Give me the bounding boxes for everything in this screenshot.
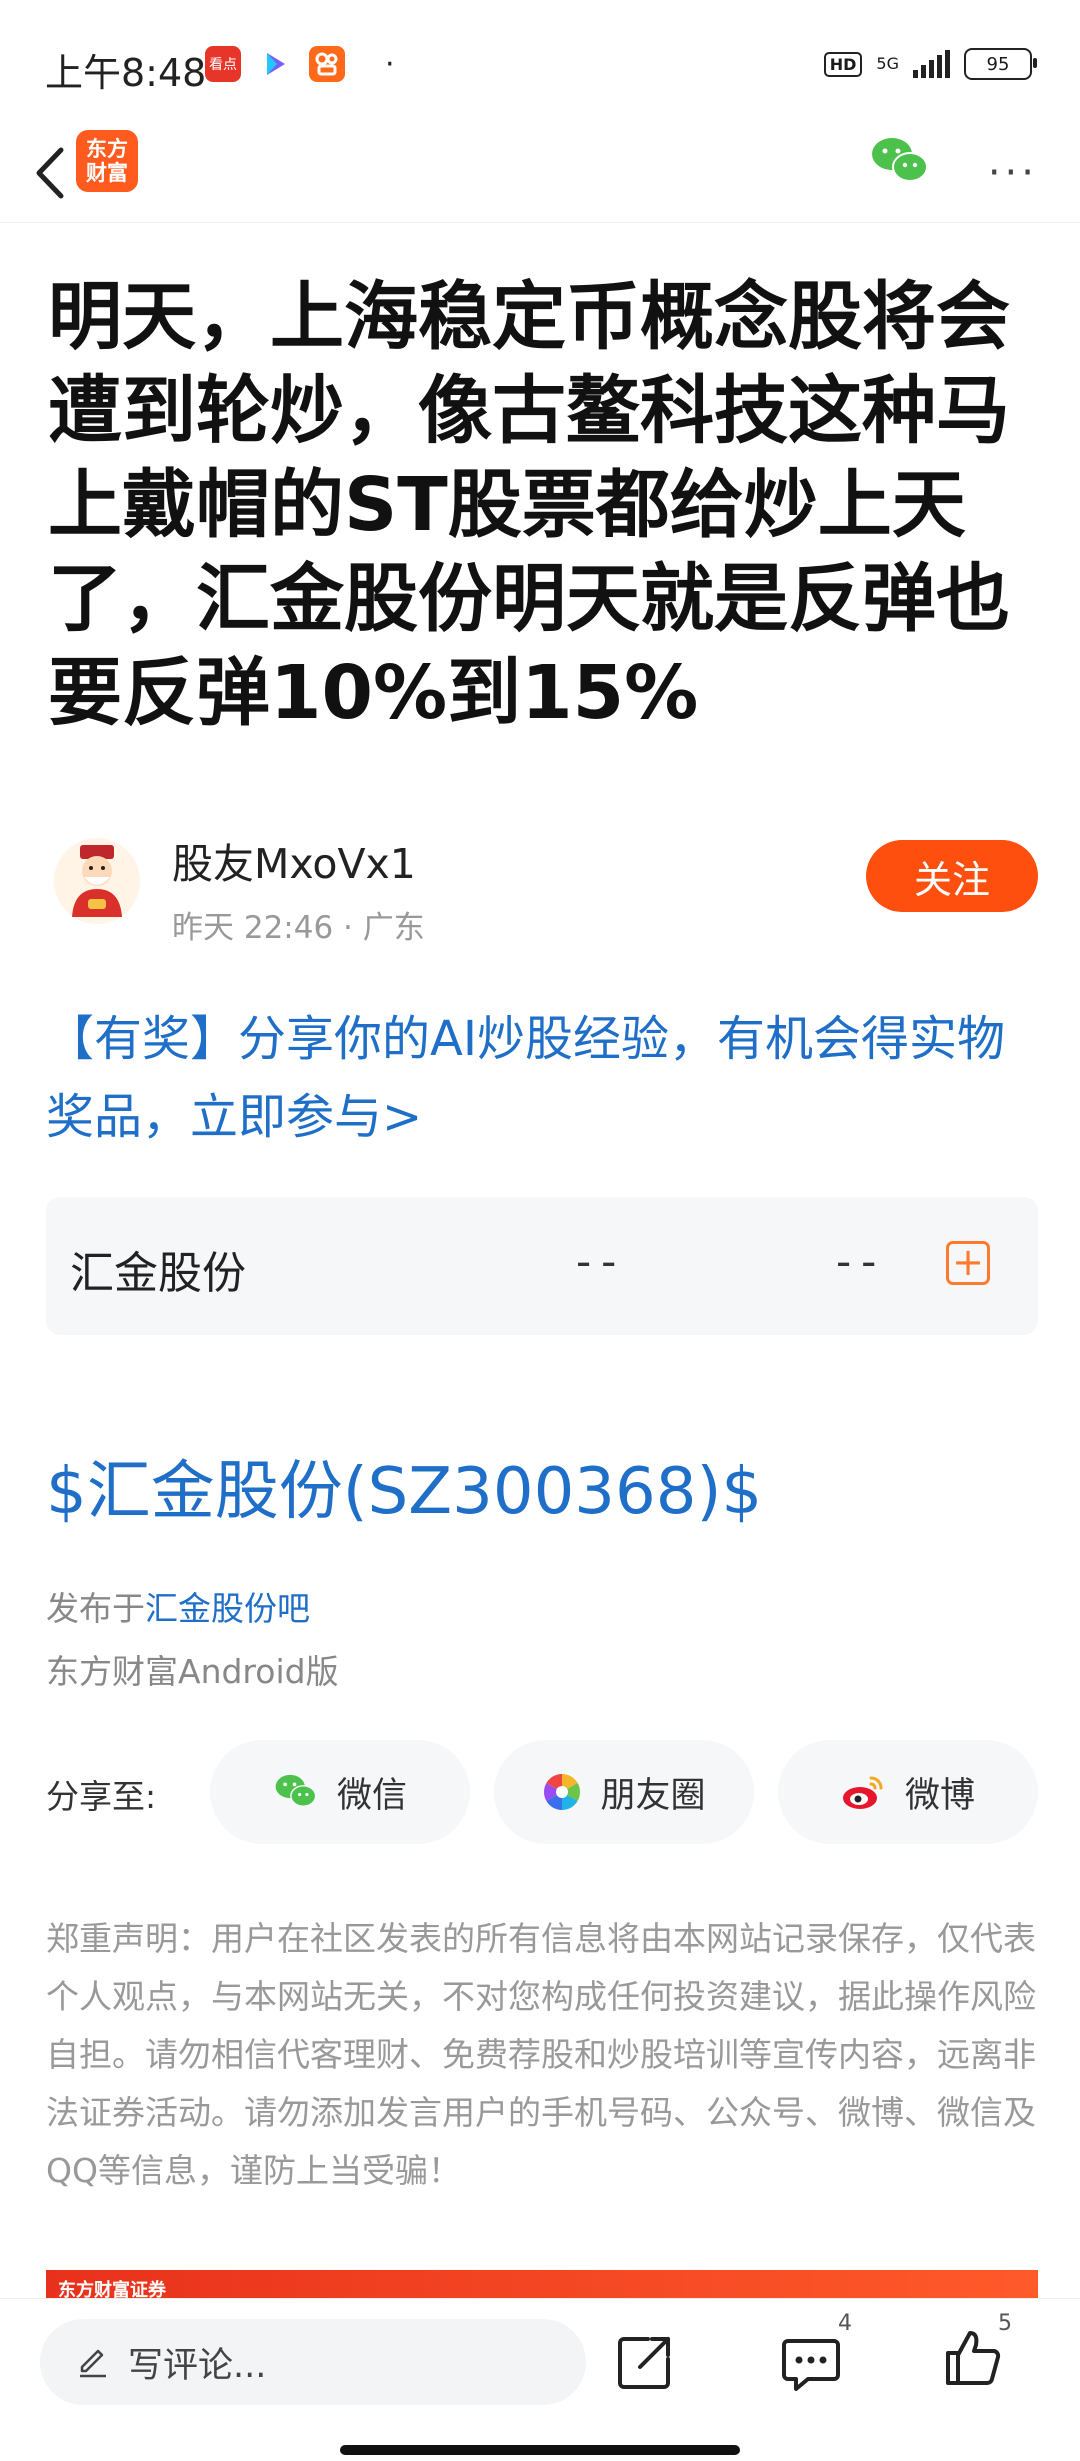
share-out-icon (618, 2337, 670, 2389)
post-time-location: 昨天 22:46 · 广东 (172, 910, 425, 946)
comment-count: 4 (838, 2311, 852, 2336)
back-button[interactable] (20, 138, 80, 208)
notification-apps: 看点 · (205, 46, 395, 82)
author-avatar[interactable] (54, 838, 140, 924)
share-wechat-button[interactable]: 微信 (210, 1740, 470, 1844)
comment-placeholder: 写评论... (128, 2345, 267, 2386)
top-nav: 东方 财富 ··· (0, 130, 1080, 223)
comment-input[interactable]: 写评论... (40, 2319, 586, 2405)
disclaimer-text: 郑重声明：用户在社区发表的所有信息将由本网站记录保存，仅代表个人观点，与本网站无… (46, 1919, 1036, 2190)
pen-icon (80, 2349, 106, 2378)
add-watchlist-icon[interactable]: + (946, 1241, 990, 1285)
kuaishou-app-icon (309, 46, 345, 82)
battery-icon: 95 (964, 48, 1037, 80)
home-indicator[interactable] (340, 2445, 740, 2455)
share-weibo-button[interactable]: 微博 (778, 1740, 1038, 1844)
logo-line-1: 东方 (86, 137, 128, 161)
share-wechat-label: 微信 (336, 1775, 407, 1816)
video-app-icon (257, 46, 293, 82)
comment-icon (782, 2339, 840, 2391)
share-moments-button[interactable]: 朋友圈 (494, 1740, 754, 1844)
stock-tag-link[interactable]: $汇金股份(SZ300368)$ (46, 1440, 762, 1532)
follow-button[interactable]: 关注 (866, 840, 1038, 912)
signal-icon (913, 50, 950, 78)
promo-link[interactable]: 【有奖】分享你的AI炒股经验，有机会得实物奖品，立即参与> (46, 1000, 1046, 1156)
bottom-action-bar: 写评论... 4 5 (0, 2298, 1080, 2461)
logo-line-2: 财富 (86, 161, 128, 185)
eastmoney-logo[interactable]: 东方 财富 (76, 130, 138, 192)
stock-card[interactable]: 汇金股份 -- -- + (46, 1197, 1038, 1335)
wechat-share-icon[interactable] (870, 134, 930, 189)
more-menu-icon[interactable]: ··· (988, 150, 1038, 196)
moments-icon (544, 1774, 581, 1810)
like-button[interactable] (940, 2325, 1006, 2391)
toutiao-app-icon: 看点 (205, 46, 241, 82)
share-label: 分享至: (46, 1777, 157, 1816)
share-moments-label: 朋友圈 (600, 1775, 706, 1816)
forward-button[interactable] (612, 2329, 678, 2395)
status-bar: 上午8:48 看点 · HD 5G 95 (0, 0, 1080, 130)
status-time: 上午8:48 (45, 51, 207, 95)
stock-bar-link[interactable]: 汇金股份吧 (145, 1589, 310, 1628)
thumbs-up-icon (946, 2331, 1001, 2385)
posted-in: 发布于汇金股份吧 (46, 1582, 310, 1630)
share-weibo-label: 微博 (904, 1775, 975, 1816)
like-count: 5 (998, 2311, 1012, 2336)
posted-prefix: 发布于 (46, 1589, 145, 1628)
wechat-icon (275, 1774, 317, 1807)
hd-icon: HD (823, 51, 863, 77)
stock-change: -- (836, 1237, 887, 1286)
status-dot: · (385, 46, 395, 82)
status-right: HD 5G 95 (823, 48, 1037, 80)
weibo-icon (842, 1776, 883, 1809)
author-name[interactable]: 股友MxoVx1 (172, 830, 416, 890)
comments-button[interactable] (778, 2329, 844, 2395)
stock-name: 汇金股份 (70, 1248, 246, 1299)
network-type: 5G (876, 54, 899, 73)
client-source: 东方财富Android版 (46, 1652, 339, 1691)
post-title: 明天，上海稳定币概念股将会遭到轮炒，像古鳌科技这种马上戴帽的ST股票都给炒上天了… (48, 274, 1010, 736)
stock-price: -- (576, 1237, 627, 1286)
